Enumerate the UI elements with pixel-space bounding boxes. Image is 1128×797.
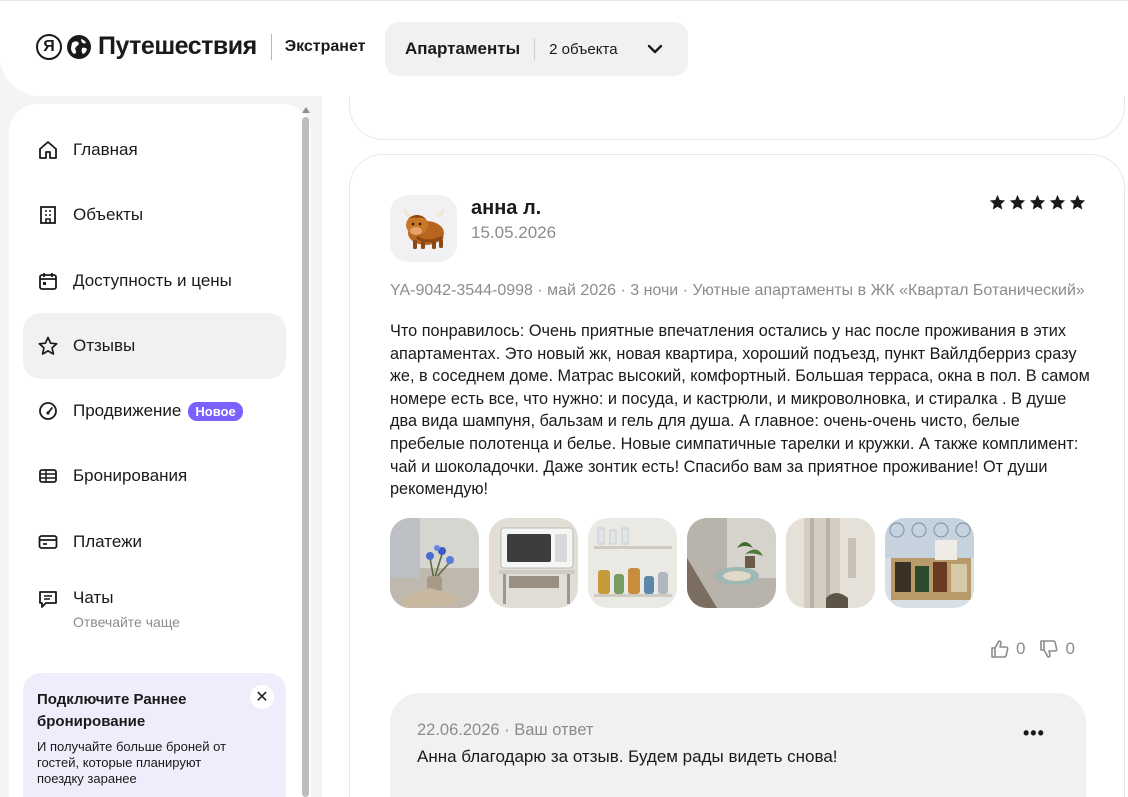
sidebar-item-chats[interactable]: Чаты Отвечайте чаще: [23, 574, 286, 652]
home-icon: [39, 141, 57, 159]
chats-hint: Отвечайте чаще: [73, 614, 180, 630]
owner-answer: 22.06.2026 · Ваш ответ Анна благодарю за…: [390, 693, 1086, 797]
yandex-logo-icon: Я: [36, 33, 62, 60]
sidebar-item-label: Платежи: [73, 532, 142, 551]
previous-review-card: [349, 96, 1125, 140]
sidebar-item-availability[interactable]: Доступность и цены: [23, 248, 286, 314]
sidebar-item-label: Главная: [73, 140, 138, 159]
yandex-travel-logo[interactable]: Я Путешествия Экстранет: [36, 32, 366, 61]
logo-text: Путешествия: [98, 32, 257, 60]
section-name: Экстранет: [284, 37, 366, 55]
sidebar-item-label: Продвижение: [73, 401, 182, 420]
calendar-icon: [39, 273, 57, 290]
new-badge: Новое: [188, 401, 243, 421]
review-photo[interactable]: [390, 518, 479, 608]
thumbs-down-icon[interactable]: [1039, 639, 1059, 659]
sidebar-item-label: Объекты: [73, 205, 144, 224]
review-votes: 0 0: [990, 639, 1075, 659]
promo-text: И получайте больше броней от гостей, кот…: [37, 739, 227, 786]
sidebar-scrollbar[interactable]: [302, 117, 309, 797]
sidebar-item-bookings[interactable]: Бронирования: [23, 443, 286, 509]
review-photo[interactable]: [489, 518, 578, 608]
sidebar-item-promotion[interactable]: Продвижение Новое: [23, 378, 286, 444]
answer-text: Анна благодарю за отзыв. Будем рады виде…: [417, 747, 838, 766]
scroll-up-arrow[interactable]: [302, 107, 310, 113]
sidebar-item-label: Отзывы: [73, 336, 136, 355]
table-icon: [39, 469, 57, 483]
star-icon: [1069, 194, 1086, 210]
sidebar-item-reviews[interactable]: Отзывы: [23, 313, 286, 379]
review-photo[interactable]: [588, 518, 677, 608]
chevron-down-icon[interactable]: [646, 40, 664, 58]
thumbs-up-icon[interactable]: [990, 639, 1010, 659]
sidebar-item-payments[interactable]: Платежи: [23, 509, 286, 575]
dislikes-count: 0: [1065, 639, 1075, 658]
review-photo[interactable]: [885, 518, 974, 608]
chat-icon: [39, 591, 57, 608]
likes-count: 0: [1016, 639, 1026, 658]
sidebar-item-label: Бронирования: [73, 466, 188, 485]
answer-meta: 22.06.2026 · Ваш ответ: [417, 721, 594, 739]
top-header: Я Путешествия Экстранет Апартаменты 2 об…: [0, 0, 1128, 96]
avatar: [390, 195, 457, 262]
sidebar: Главная Объекты Доступность и цены Отзыв…: [9, 104, 311, 797]
review-text: Что понравилось: Очень приятные впечатле…: [390, 322, 1090, 499]
globe-icon: [67, 34, 91, 59]
rating-stars: [989, 194, 1086, 211]
review-photo[interactable]: [786, 518, 875, 608]
review-date: 15.05.2026: [471, 223, 557, 242]
card-icon: [38, 535, 58, 549]
building-icon: [40, 206, 56, 224]
logo-divider: [270, 33, 272, 60]
sidebar-item-objects[interactable]: Объекты: [23, 182, 286, 248]
star-icon: [1049, 194, 1066, 210]
more-options-icon[interactable]: •••: [1023, 723, 1045, 744]
sidebar-item-label: Чаты: [73, 588, 114, 607]
star-icon: [1009, 194, 1026, 210]
review-author: анна л.: [471, 197, 542, 219]
sidebar-item-home[interactable]: Главная: [23, 117, 286, 183]
star-icon: [989, 194, 1006, 210]
promo-title: Подключите Раннее бронирование: [37, 691, 187, 730]
gauge-icon: [39, 402, 57, 420]
selector-title: Апартаменты: [405, 39, 521, 58]
property-selector[interactable]: Апартаменты 2 объекта: [385, 22, 688, 76]
review-photos: [390, 518, 974, 608]
selector-count: 2 объекта: [549, 40, 618, 58]
close-icon[interactable]: ✕: [250, 685, 274, 709]
selector-divider: [534, 38, 536, 60]
star-icon: [38, 336, 58, 355]
star-icon: [1029, 194, 1046, 210]
review-photo[interactable]: [687, 518, 776, 608]
reviews-feed: анна л. 15.05.2026 YA-9042-3544-0998 · м…: [322, 96, 1128, 797]
yak-avatar-icon: [403, 207, 444, 249]
review-card: анна л. 15.05.2026 YA-9042-3544-0998 · м…: [349, 154, 1125, 797]
sidebar-item-label: Доступность и цены: [73, 271, 232, 290]
booking-meta: YA-9042-3544-0998 · май 2026 · 3 ночи · …: [390, 282, 1085, 299]
early-booking-promo[interactable]: Подключите Раннее бронирование И получай…: [23, 673, 286, 797]
